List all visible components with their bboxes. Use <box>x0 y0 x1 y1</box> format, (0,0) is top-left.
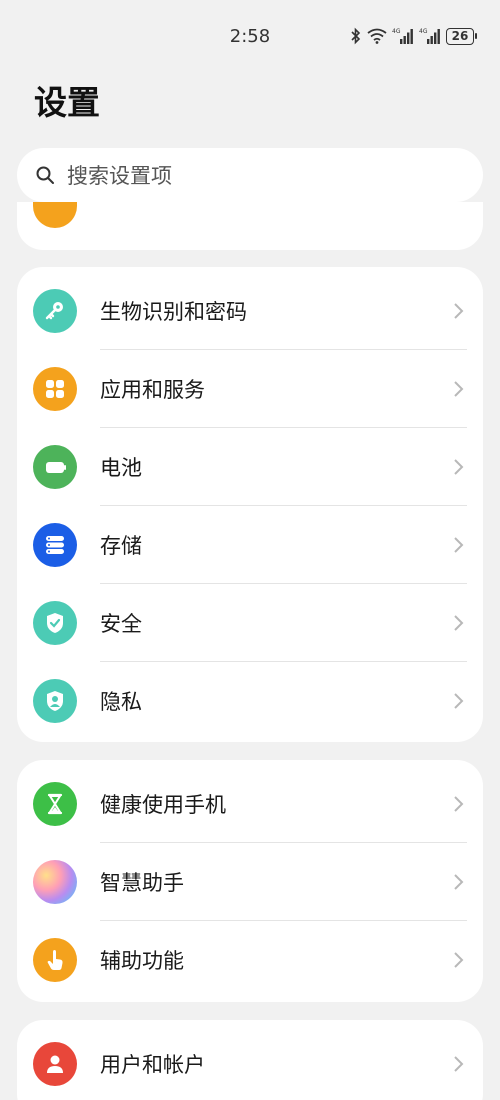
wifi-icon <box>367 28 387 44</box>
settings-item-assistant[interactable]: 智慧助手 <box>17 843 483 921</box>
hand-touch-icon <box>33 938 77 982</box>
settings-item-label: 辅助功能 <box>100 949 184 973</box>
battery-icon <box>33 445 77 489</box>
settings-item-label: 隐私 <box>100 690 142 714</box>
chevron-right-icon <box>454 537 464 553</box>
status-icons: 4G 4G 26 <box>350 26 477 46</box>
signal-4g-icon: 4G <box>392 28 413 44</box>
chevron-right-icon <box>454 693 464 709</box>
settings-item-privacy[interactable]: 隐私 <box>17 662 483 740</box>
hourglass-icon <box>33 782 77 826</box>
settings-group-2: 健康使用手机 智慧助手 辅助功能 <box>17 760 483 1002</box>
assistant-icon <box>33 860 77 904</box>
settings-group-3: 用户和帐户 <box>17 1020 483 1100</box>
settings-item-label: 健康使用手机 <box>100 793 226 817</box>
chevron-right-icon <box>454 303 464 319</box>
settings-item-digital-balance[interactable]: 健康使用手机 <box>17 765 483 843</box>
settings-item-label: 电池 <box>100 456 142 480</box>
page-title: 设置 <box>34 83 100 122</box>
settings-item-storage[interactable]: 存储 <box>17 506 483 584</box>
settings-item-biometrics[interactable]: 生物识别和密码 <box>17 272 483 350</box>
storage-icon <box>33 523 77 567</box>
shield-check-icon <box>33 601 77 645</box>
settings-item-battery[interactable]: 电池 <box>17 428 483 506</box>
partial-settings-card[interactable] <box>17 202 483 250</box>
search-placeholder: 搜索设置项 <box>67 164 172 188</box>
chevron-right-icon <box>454 459 464 475</box>
search-input[interactable]: 搜索设置项 <box>17 148 483 202</box>
chevron-right-icon <box>454 615 464 631</box>
status-bar: 2:58 4G 4G 26 <box>0 0 500 72</box>
chevron-right-icon <box>454 952 464 968</box>
settings-item-label: 生物识别和密码 <box>100 300 247 324</box>
battery-indicator: 26 <box>446 27 477 45</box>
privacy-icon <box>33 679 77 723</box>
search-icon <box>36 166 54 184</box>
settings-item-apps[interactable]: 应用和服务 <box>17 350 483 428</box>
settings-item-label: 应用和服务 <box>100 378 205 402</box>
user-icon <box>33 1042 77 1086</box>
settings-item-users[interactable]: 用户和帐户 <box>17 1025 483 1100</box>
settings-item-label: 智慧助手 <box>100 871 184 895</box>
chevron-right-icon <box>454 874 464 890</box>
settings-item-accessibility[interactable]: 辅助功能 <box>17 921 483 999</box>
chevron-right-icon <box>454 381 464 397</box>
key-icon <box>33 289 77 333</box>
chevron-right-icon <box>454 796 464 812</box>
bluetooth-icon <box>351 27 361 45</box>
settings-item-label: 存储 <box>100 534 142 558</box>
signal-4g-icon: 4G <box>419 28 440 44</box>
settings-item-label: 用户和帐户 <box>100 1053 205 1077</box>
settings-item-label: 安全 <box>100 612 142 636</box>
settings-item-security[interactable]: 安全 <box>17 584 483 662</box>
partial-orange-icon <box>33 202 77 228</box>
apps-icon <box>33 367 77 411</box>
svg-text:4G: 4G <box>392 28 401 35</box>
chevron-right-icon <box>454 1056 464 1072</box>
settings-group-1: 生物识别和密码 应用和服务 电池 存储 安全 隐私 <box>17 267 483 742</box>
svg-text:4G: 4G <box>419 28 428 35</box>
